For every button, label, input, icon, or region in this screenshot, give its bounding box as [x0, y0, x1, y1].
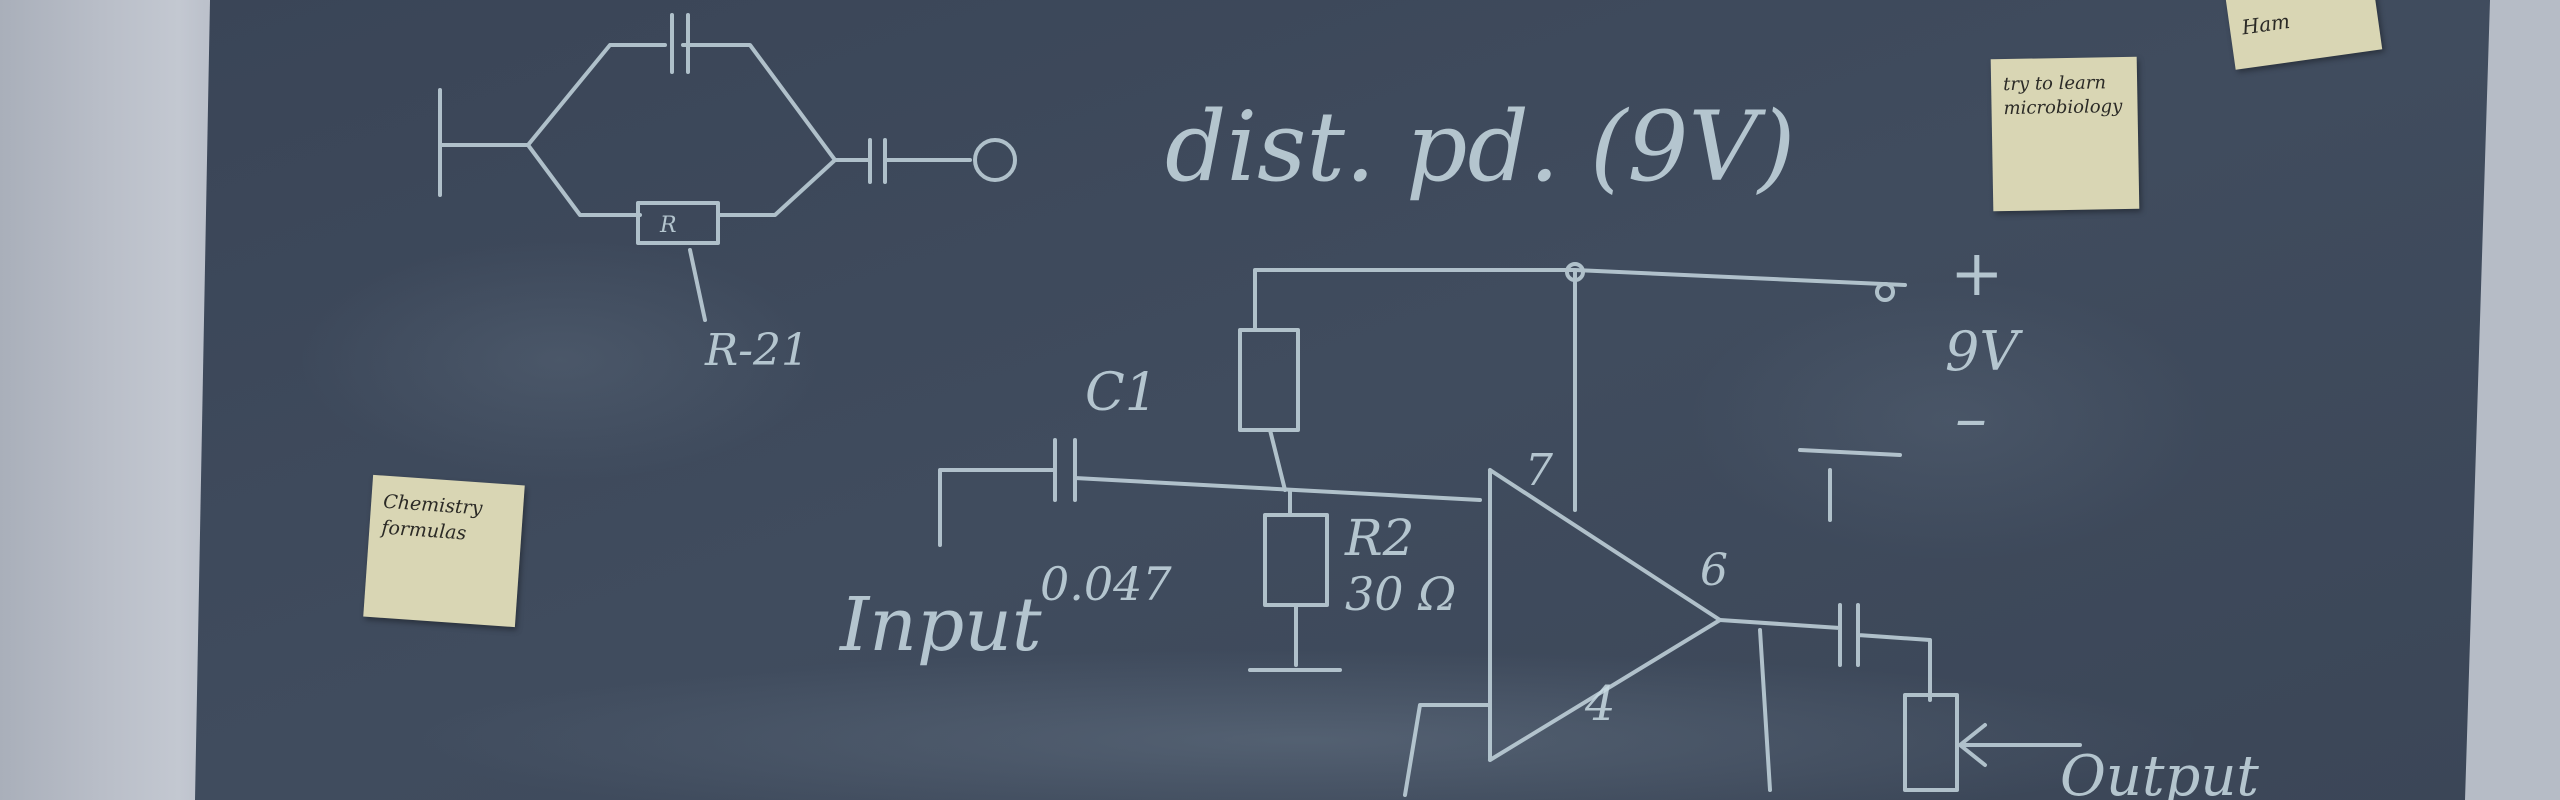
chalkboard-scene: R R-21 dist. pd. (9V) C1 0.047 Input R2 …: [195, 0, 2490, 800]
pin-7-label: 7: [1525, 445, 1553, 496]
r21-label: R-21: [704, 325, 809, 376]
pin-4-label: 4: [1584, 676, 1616, 732]
note-line: microbiology: [2003, 96, 2123, 120]
c1-value: 0.047: [1040, 557, 1172, 611]
supply-plus-label: +: [1950, 237, 2004, 311]
r2-value: 30 Ω: [1345, 567, 1456, 621]
supply-voltage-label: 9V: [1945, 320, 2023, 383]
r2-label: R2: [1344, 509, 1414, 567]
note-line: try to learn: [2002, 72, 2107, 96]
output-label: Output: [2060, 744, 2259, 800]
formula-title: dist. pd. (9V): [1165, 91, 1795, 203]
input-label: Input: [838, 582, 1042, 668]
sticky-note-chemistry: Chemistry formulas: [363, 474, 525, 628]
supply-minus-label: –: [1955, 382, 1987, 456]
note-line: Ham: [2240, 8, 2292, 40]
pin-6-label: 6: [1700, 545, 1728, 596]
r-box-label: R: [659, 213, 677, 238]
c1-label: C1: [1085, 363, 1158, 423]
sticky-note-microbiology: try to learn microbiology: [1990, 56, 2140, 212]
